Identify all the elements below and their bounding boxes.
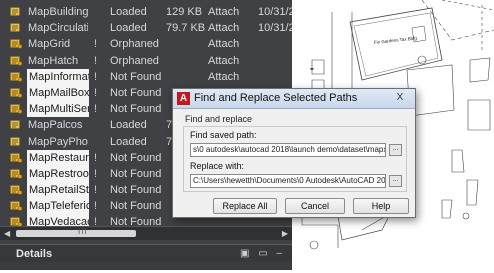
details-title: Details bbox=[16, 248, 53, 260]
xref-warning-icon bbox=[10, 104, 22, 114]
help-button[interactable]: Help bbox=[353, 198, 409, 214]
xref-name[interactable]: MapRetailStor... bbox=[27, 182, 89, 199]
collapse-icon[interactable]: – bbox=[276, 248, 282, 259]
xref-status: Not Found bbox=[110, 151, 162, 164]
xref-status: Not Found bbox=[110, 70, 162, 83]
xref-warning-icon bbox=[10, 201, 22, 211]
xref-name[interactable]: MapPayPhones bbox=[28, 134, 88, 150]
xref-file-icon bbox=[10, 7, 22, 17]
xref-status: Loaded bbox=[110, 6, 147, 18]
xref-row[interactable]: MapGrid! Orphaned Attach bbox=[0, 36, 292, 52]
find-replace-section-label: Find and replace bbox=[185, 114, 253, 124]
scrollbar-thumb[interactable]: III bbox=[16, 227, 136, 237]
xref-warning-icon bbox=[10, 55, 22, 66]
xref-warning-icon bbox=[10, 39, 22, 50]
xref-type: Attach bbox=[208, 22, 240, 35]
find-replace-dialog: A Find and Replace Selected Paths X Find… bbox=[172, 88, 416, 218]
xref-warning-mark: ! bbox=[94, 151, 98, 164]
xref-size: 79.7 KB bbox=[166, 22, 206, 35]
xref-warning-icon bbox=[10, 152, 22, 163]
xref-status: Loaded bbox=[110, 135, 147, 148]
xref-row[interactable]: MapInformati...! Not Found Attach bbox=[0, 68, 292, 85]
replace-with-label: Replace with: bbox=[190, 161, 245, 171]
xref-name[interactable]: MapBuildings bbox=[28, 4, 88, 20]
xref-type: Attach bbox=[208, 38, 240, 51]
scrollbar-grip: III bbox=[78, 227, 88, 236]
close-icon: X bbox=[396, 92, 404, 103]
xref-type: Attach bbox=[208, 6, 240, 18]
xref-name[interactable]: MapCirculation bbox=[28, 20, 88, 36]
xref-warning-icon bbox=[10, 185, 22, 195]
details-view-icon[interactable]: ▣ bbox=[240, 248, 249, 259]
scroll-right-icon[interactable]: ▶ bbox=[282, 229, 288, 238]
find-saved-path-label: Find saved path: bbox=[190, 130, 257, 140]
xref-status: Orphaned bbox=[110, 38, 159, 51]
xref-warning-mark: ! bbox=[94, 54, 98, 67]
xref-type: Attach bbox=[208, 70, 240, 83]
xref-status: Loaded bbox=[110, 119, 147, 132]
replace-browse-button[interactable]: ... bbox=[389, 175, 402, 187]
xref-warning-mark: ! bbox=[94, 86, 98, 99]
autocad-logo-icon: A bbox=[177, 92, 190, 105]
xref-warning-mark: ! bbox=[94, 167, 98, 180]
xref-status: Loaded bbox=[110, 22, 147, 35]
xref-status: Not Found bbox=[110, 200, 162, 213]
xref-status: Not Found bbox=[110, 184, 162, 197]
xref-type: Attach bbox=[208, 54, 240, 67]
details-panel-body bbox=[0, 262, 292, 270]
xref-warning-mark: ! bbox=[94, 38, 98, 51]
xref-warning-mark: ! bbox=[94, 70, 98, 83]
scroll-left-icon[interactable]: ◀ bbox=[4, 229, 10, 238]
find-browse-button[interactable]: ... bbox=[389, 144, 402, 156]
xref-row[interactable]: MapCirculation Loaded 79.7 KBAttach 10/31/2 bbox=[0, 20, 292, 36]
xref-name[interactable]: MapRestaura... bbox=[27, 149, 89, 166]
xref-size: 129 KB bbox=[166, 6, 203, 18]
xref-warning-mark: ! bbox=[94, 200, 98, 213]
details-panel-header: Details ▣ ▭ – bbox=[0, 244, 292, 262]
xref-date: 10/31/2 bbox=[258, 6, 292, 18]
dialog-title: Find and Replace Selected Paths bbox=[194, 92, 358, 104]
xref-warning-icon bbox=[10, 88, 22, 98]
replace-with-input[interactable]: C:\Users\hewetth\Documents\0 Autodesk\Au… bbox=[190, 174, 386, 188]
close-button[interactable]: X bbox=[391, 91, 409, 105]
xref-name[interactable]: MapPalcos bbox=[28, 117, 88, 133]
cancel-button[interactable]: Cancel bbox=[285, 198, 345, 214]
xref-file-icon bbox=[10, 23, 22, 33]
xref-warning-icon bbox=[10, 169, 22, 179]
dialog-titlebar[interactable]: A Find and Replace Selected Paths X bbox=[173, 89, 415, 109]
xref-name[interactable]: MapMultiServ... bbox=[27, 101, 89, 118]
xref-warning-mark: ! bbox=[94, 184, 98, 197]
xref-name[interactable]: MapRestrooms bbox=[27, 165, 89, 182]
replace-all-button[interactable]: Replace All bbox=[213, 198, 277, 214]
xref-warning-icon bbox=[10, 71, 22, 82]
preview-icon[interactable]: ▭ bbox=[258, 248, 267, 259]
find-replace-group: Find saved path: s\0 autodesk\autocad 20… bbox=[183, 126, 407, 192]
xref-status: Not Found bbox=[110, 167, 162, 180]
xref-status: Orphaned bbox=[110, 54, 159, 67]
xref-status: Not Found bbox=[110, 103, 162, 116]
horizontal-scrollbar[interactable]: ◀ III ▶ bbox=[0, 226, 292, 240]
xref-name[interactable]: MapInformati... bbox=[27, 68, 89, 85]
xref-name[interactable]: MapMailBoxes bbox=[27, 84, 89, 101]
xref-row[interactable]: MapBuildings Loaded 129 KB Attach 10/31/2 bbox=[0, 4, 292, 20]
xref-file-icon bbox=[10, 120, 22, 130]
drawing-annotation: Fin Gardens Tax Bldg bbox=[374, 35, 418, 45]
xref-name[interactable]: MapHatch bbox=[28, 53, 88, 69]
xref-row[interactable]: MapHatch! Orphaned Attach bbox=[0, 53, 292, 69]
xref-date: 10/31/2 bbox=[258, 22, 292, 35]
find-saved-path-input[interactable]: s\0 autodesk\autocad 2018\launch demo\da… bbox=[190, 143, 386, 157]
xref-status: Not Found bbox=[110, 86, 162, 99]
xref-file-icon bbox=[10, 136, 22, 147]
xref-name[interactable]: MapGrid bbox=[28, 36, 88, 52]
xref-warning-mark: ! bbox=[94, 103, 98, 116]
svg-text:▮: ▮ bbox=[309, 68, 314, 70]
xref-name[interactable]: MapTeleferico bbox=[27, 198, 89, 215]
